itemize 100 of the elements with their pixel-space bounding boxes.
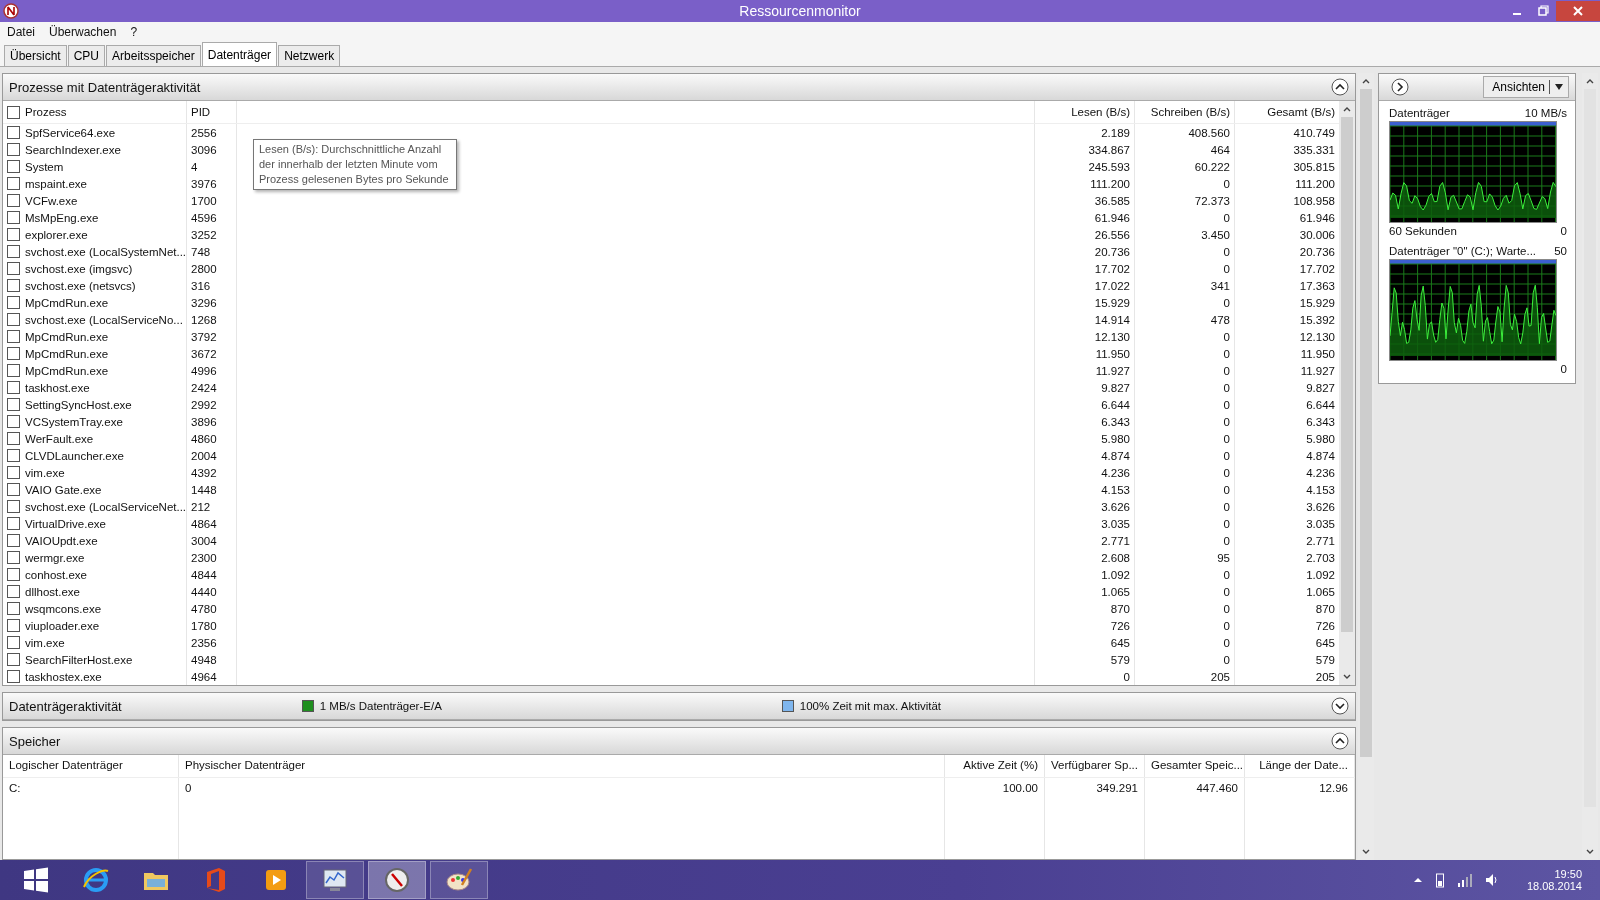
- table-cell: 0: [1223, 296, 1230, 309]
- battery-icon[interactable]: [1434, 872, 1445, 888]
- checkbox[interactable]: [7, 466, 20, 479]
- signal-icon[interactable]: [1456, 873, 1473, 887]
- checkbox[interactable]: [7, 105, 20, 119]
- checkbox[interactable]: [7, 398, 20, 411]
- gauge-icon[interactable]: [382, 865, 412, 895]
- checkbox[interactable]: [7, 330, 20, 343]
- table-cell: 645: [1315, 636, 1335, 649]
- checkbox[interactable]: [7, 211, 20, 224]
- pid-cell: 2356: [191, 636, 217, 649]
- checkbox[interactable]: [7, 415, 20, 428]
- table-cell: 11.950: [1095, 347, 1130, 360]
- tab[interactable]: Datenträger: [201, 42, 278, 66]
- table-cell: 245.593: [1088, 160, 1130, 173]
- process-name: MpCmdRun.exe: [25, 330, 109, 343]
- table-cell: 0: [1223, 262, 1230, 275]
- tab[interactable]: Übersicht: [4, 45, 67, 66]
- table-cell: 9.827: [1306, 381, 1335, 394]
- menu-item[interactable]: Überwachen: [49, 25, 117, 39]
- process-name: VirtualDrive.exe: [25, 517, 106, 530]
- close-icon[interactable]: [1556, 1, 1600, 21]
- section-header[interactable]: Prozesse mit Datenträgeraktivität: [3, 74, 1355, 101]
- checkbox[interactable]: [7, 143, 20, 156]
- checkbox[interactable]: [7, 619, 20, 632]
- checkbox[interactable]: [7, 534, 20, 547]
- table-cell: 0: [1223, 381, 1230, 394]
- table-cell: 14.914: [1094, 313, 1130, 326]
- clock-date[interactable]: 18.08.2014: [1526, 880, 1582, 892]
- checkbox[interactable]: [7, 347, 20, 360]
- checkbox[interactable]: [7, 296, 20, 309]
- graph-max: 50: [1554, 245, 1567, 257]
- table-cell: 3.450: [1201, 228, 1230, 241]
- table-cell: 3.035: [1101, 517, 1130, 530]
- menu-item[interactable]: ?: [130, 25, 138, 39]
- table-cell: 4.874: [1306, 449, 1335, 462]
- table-cell: 335.331: [1293, 143, 1335, 156]
- process-name: MpCmdRun.exe: [25, 296, 109, 309]
- checkbox[interactable]: [7, 636, 20, 649]
- pid-cell: 2992: [191, 398, 217, 411]
- checkbox[interactable]: [7, 228, 20, 241]
- graph-min: 0: [1560, 363, 1567, 375]
- checkbox[interactable]: [7, 262, 20, 275]
- table-cell: 4.236: [1101, 466, 1130, 479]
- pid-cell: 748: [191, 245, 211, 258]
- checkbox[interactable]: [7, 568, 20, 581]
- table-cell: 2.608: [1101, 551, 1130, 564]
- checkbox[interactable]: [7, 517, 20, 530]
- table-cell: 2.771: [1101, 534, 1130, 547]
- browser-icon[interactable]: [81, 865, 111, 895]
- checkbox[interactable]: [7, 483, 20, 496]
- start-icon[interactable]: [21, 865, 51, 895]
- show-hidden-icons-icon[interactable]: [1412, 875, 1423, 885]
- process-name: viuploader.exe: [25, 619, 100, 632]
- scrollbar[interactable]: [1339, 101, 1355, 685]
- expand-icon[interactable]: [1391, 78, 1409, 96]
- pid-cell: 1780: [191, 619, 217, 632]
- tab[interactable]: CPU: [67, 45, 106, 66]
- clock-time[interactable]: 19:50: [1554, 868, 1582, 880]
- checkbox[interactable]: [7, 177, 20, 190]
- tab[interactable]: Netzwerk: [278, 45, 341, 66]
- views-button[interactable]: Ansichten: [1483, 76, 1569, 98]
- checkbox[interactable]: [7, 126, 20, 139]
- table-cell: 5.980: [1306, 432, 1335, 445]
- checkbox[interactable]: [7, 670, 20, 683]
- expand-icon[interactable]: [1331, 697, 1349, 715]
- checkbox[interactable]: [7, 381, 20, 394]
- checkbox[interactable]: [7, 449, 20, 462]
- checkbox[interactable]: [7, 160, 20, 173]
- checkbox[interactable]: [7, 653, 20, 666]
- table-cell: 0: [1223, 500, 1230, 513]
- pid-cell: 4860: [191, 432, 217, 445]
- pid-cell: 4780: [191, 602, 217, 615]
- checkbox[interactable]: [7, 194, 20, 207]
- checkbox[interactable]: [7, 602, 20, 615]
- checkbox[interactable]: [7, 585, 20, 598]
- menu-item[interactable]: Datei: [7, 25, 35, 39]
- table-cell: 26.556: [1094, 228, 1130, 241]
- checkbox[interactable]: [7, 245, 20, 258]
- table-cell: 0: [1223, 432, 1230, 445]
- table-cell: 6.343: [1306, 415, 1335, 428]
- tab[interactable]: Arbeitsspeicher: [106, 45, 201, 66]
- checkbox[interactable]: [7, 432, 20, 445]
- collapse-icon[interactable]: [1331, 732, 1349, 750]
- checkbox[interactable]: [7, 551, 20, 564]
- section-header[interactable]: Datenträgeraktivität 1 MB/s Datenträger-E/A 100% Zeit mit max. Aktivität: [3, 693, 1355, 720]
- table-cell: 0: [1223, 449, 1230, 462]
- pid-cell: 1448: [191, 483, 217, 496]
- checkbox[interactable]: [7, 500, 20, 513]
- checkbox[interactable]: [7, 279, 20, 292]
- window-title: Ressourcenmonitor: [739, 3, 861, 19]
- collapse-icon[interactable]: [1331, 78, 1349, 96]
- section-header[interactable]: Speicher: [3, 728, 1355, 755]
- table-cell: 0: [1223, 415, 1230, 428]
- table-cell: 0: [1223, 177, 1230, 190]
- table-cell: 17.702: [1094, 262, 1130, 275]
- table-cell: 0: [1223, 568, 1230, 581]
- checkbox[interactable]: [7, 313, 20, 326]
- checkbox[interactable]: [7, 364, 20, 377]
- process-name: VAIO Gate.exe: [25, 483, 102, 496]
